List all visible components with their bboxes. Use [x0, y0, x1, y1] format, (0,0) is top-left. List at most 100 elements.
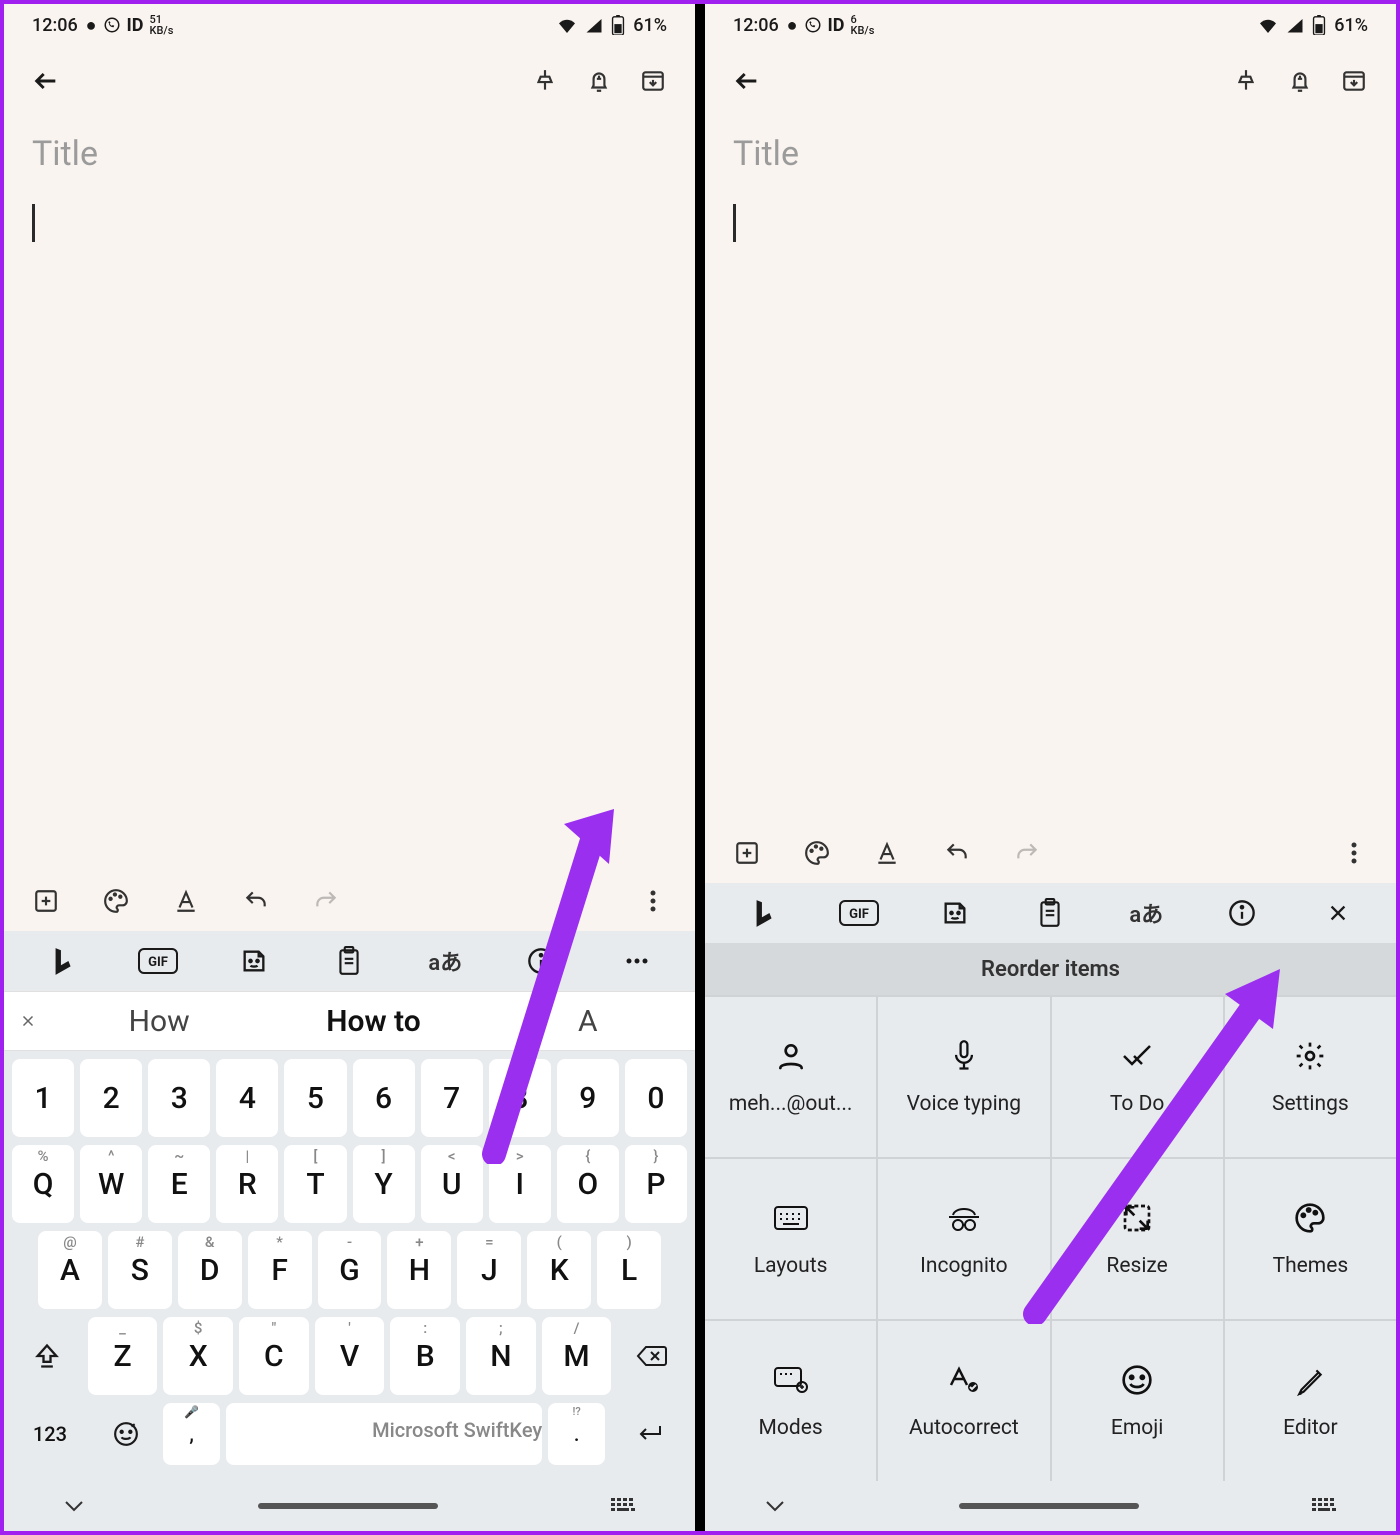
key-b[interactable]: :B [390, 1317, 460, 1395]
enter-key[interactable] [611, 1403, 687, 1465]
more-button[interactable] [633, 881, 673, 921]
tile-meh-out-[interactable]: meh...@out... [705, 997, 876, 1157]
suggestion-2[interactable]: How to [266, 1004, 480, 1039]
reminder-button[interactable] [579, 61, 619, 101]
tile-modes[interactable]: Modes [705, 1321, 876, 1481]
dismiss-suggestion[interactable] [4, 1012, 52, 1030]
key-h[interactable]: +H [387, 1231, 451, 1309]
key-g[interactable]: -G [318, 1231, 382, 1309]
info-button[interactable] [1222, 893, 1262, 933]
key-1[interactable]: 1 [12, 1059, 74, 1137]
tile-voice-typing[interactable]: Voice typing [878, 997, 1049, 1157]
key-z[interactable]: _Z [88, 1317, 158, 1395]
translate-button[interactable]: aあ [425, 941, 465, 981]
nav-pill[interactable] [959, 1503, 1139, 1509]
nav-collapse-icon[interactable] [765, 1500, 785, 1512]
note-body[interactable]: Title [705, 116, 1396, 823]
clipboard-button[interactable] [329, 941, 369, 981]
emoji-key[interactable] [94, 1403, 157, 1465]
key-7[interactable]: 7 [421, 1059, 483, 1137]
back-button[interactable] [727, 61, 767, 101]
tile-incognito[interactable]: Incognito [878, 1159, 1049, 1319]
key-u[interactable]: <U [421, 1145, 483, 1223]
pin-button[interactable] [525, 61, 565, 101]
add-button[interactable] [727, 833, 767, 873]
key-e[interactable]: ~E [148, 1145, 210, 1223]
note-body[interactable]: Title [4, 116, 695, 871]
key-t[interactable]: [T [284, 1145, 346, 1223]
key-w[interactable]: ^W [80, 1145, 142, 1223]
key-0[interactable]: 0 [625, 1059, 687, 1137]
gif-button[interactable]: GIF [839, 893, 879, 933]
key-r[interactable]: |R [216, 1145, 278, 1223]
tile-to-do[interactable]: To Do [1052, 997, 1223, 1157]
title-input[interactable]: Title [733, 134, 1368, 174]
redo-button[interactable] [306, 881, 346, 921]
info-button[interactable] [521, 941, 561, 981]
key-4[interactable]: 4 [216, 1059, 278, 1137]
more-toolbar-button[interactable] [617, 941, 657, 981]
close-toolbar-button[interactable] [1318, 893, 1358, 933]
key-v[interactable]: 'V [315, 1317, 385, 1395]
text-format-button[interactable] [166, 881, 206, 921]
key-q[interactable]: %Q [12, 1145, 74, 1223]
nav-keyboard-icon[interactable] [1312, 1498, 1336, 1514]
key-c[interactable]: "C [239, 1317, 309, 1395]
palette-button[interactable] [96, 881, 136, 921]
tile-autocorrect[interactable]: Autocorrect [878, 1321, 1049, 1481]
key-o[interactable]: {O [557, 1145, 619, 1223]
key-y[interactable]: ]Y [353, 1145, 415, 1223]
key-k[interactable]: (K [527, 1231, 591, 1309]
key-s[interactable]: #S [108, 1231, 172, 1309]
palette-button[interactable] [797, 833, 837, 873]
key-m[interactable]: /M [542, 1317, 612, 1395]
key-i[interactable]: >I [489, 1145, 551, 1223]
suggestion-3[interactable]: A [481, 1004, 695, 1039]
space-key[interactable]: Microsoft SwiftKey [226, 1403, 542, 1465]
archive-button[interactable] [633, 61, 673, 101]
redo-button[interactable] [1007, 833, 1047, 873]
backspace-key[interactable] [617, 1317, 687, 1395]
bing-icon[interactable] [42, 941, 82, 981]
tile-themes[interactable]: Themes [1225, 1159, 1396, 1319]
period-key[interactable]: !?. [548, 1403, 605, 1465]
text-format-button[interactable] [867, 833, 907, 873]
gif-button[interactable]: GIF [138, 941, 178, 981]
nav-pill[interactable] [258, 1503, 438, 1509]
key-3[interactable]: 3 [148, 1059, 210, 1137]
add-button[interactable] [26, 881, 66, 921]
tile-resize[interactable]: Resize [1052, 1159, 1223, 1319]
key-p[interactable]: }P [625, 1145, 687, 1223]
key-5[interactable]: 5 [284, 1059, 346, 1137]
suggestion-1[interactable]: How [52, 1004, 266, 1039]
key-6[interactable]: 6 [353, 1059, 415, 1137]
pin-button[interactable] [1226, 61, 1266, 101]
key-d[interactable]: &D [178, 1231, 242, 1309]
back-button[interactable] [26, 61, 66, 101]
more-button[interactable] [1334, 833, 1374, 873]
undo-button[interactable] [937, 833, 977, 873]
shift-key[interactable] [12, 1317, 82, 1395]
tile-editor[interactable]: Editor [1225, 1321, 1396, 1481]
tile-emoji[interactable]: Emoji [1052, 1321, 1223, 1481]
reminder-button[interactable] [1280, 61, 1320, 101]
key-l[interactable]: )L [597, 1231, 661, 1309]
key-j[interactable]: =J [457, 1231, 521, 1309]
123-key[interactable]: 123 [12, 1403, 88, 1465]
nav-keyboard-icon[interactable] [611, 1498, 635, 1514]
tile-layouts[interactable]: Layouts [705, 1159, 876, 1319]
clipboard-button[interactable] [1030, 893, 1070, 933]
key-2[interactable]: 2 [80, 1059, 142, 1137]
title-input[interactable]: Title [32, 134, 667, 174]
archive-button[interactable] [1334, 61, 1374, 101]
comma-key[interactable]: 🎤, [163, 1403, 220, 1465]
nav-collapse-icon[interactable] [64, 1500, 84, 1512]
key-8[interactable]: 8 [489, 1059, 551, 1137]
key-9[interactable]: 9 [557, 1059, 619, 1137]
key-x[interactable]: $X [163, 1317, 233, 1395]
sticker-button[interactable] [234, 941, 274, 981]
key-f[interactable]: *F [248, 1231, 312, 1309]
tile-settings[interactable]: Settings [1225, 997, 1396, 1157]
translate-button[interactable]: aあ [1126, 893, 1166, 933]
bing-icon[interactable] [743, 893, 783, 933]
